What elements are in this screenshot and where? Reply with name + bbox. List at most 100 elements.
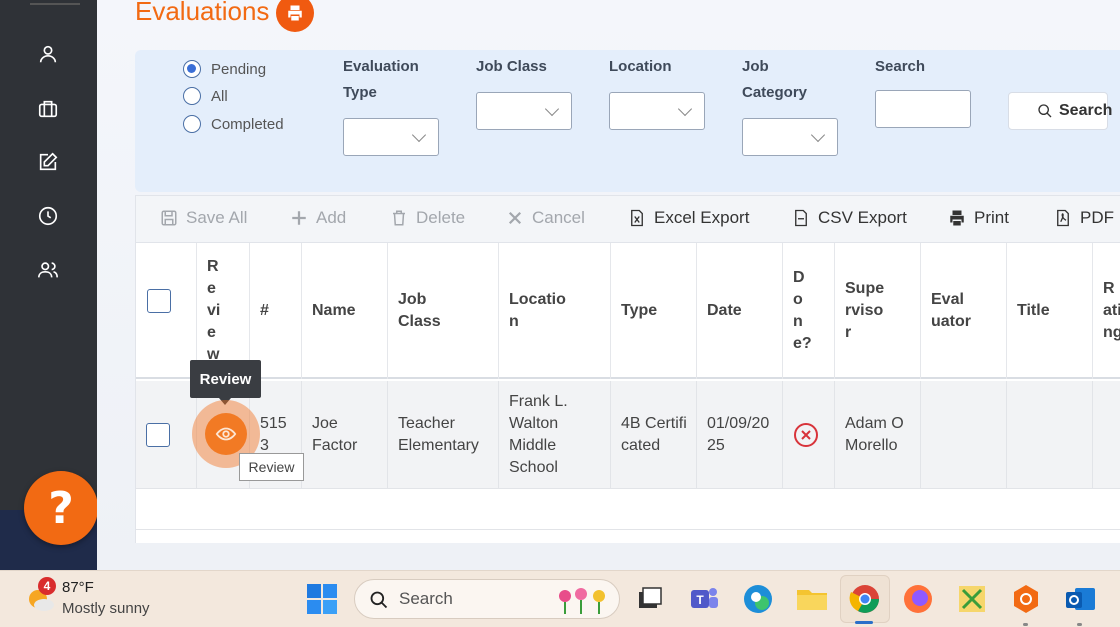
location-label: Location (609, 58, 672, 75)
weather-temp[interactable]: 87°F (62, 579, 94, 596)
radio-label: Completed (211, 115, 284, 133)
clock-icon[interactable] (36, 204, 60, 228)
search-icon (370, 591, 388, 609)
grid-header: Review # Name Job Class Location Type Da… (136, 243, 1120, 379)
edit-icon[interactable] (36, 150, 60, 174)
job-class-label: Job Class (476, 58, 547, 75)
job-class-select[interactable] (476, 92, 572, 130)
column-rating[interactable]: Rating (1093, 243, 1120, 379)
column-title[interactable]: Title (1007, 243, 1093, 379)
column-job-class[interactable]: Job Class (388, 243, 499, 379)
tools-icon[interactable] (955, 582, 989, 616)
search-input[interactable] (875, 90, 971, 128)
radio-button[interactable] (183, 60, 201, 78)
job-category-label: Job Category (742, 58, 808, 101)
save-all-button[interactable]: Save All (160, 208, 247, 228)
print-button[interactable] (276, 0, 314, 32)
cell-text: Joe Factor (312, 415, 358, 454)
empty-row (136, 490, 1120, 530)
cell-text: 01/09/2025 (707, 415, 770, 454)
search-icon (1038, 104, 1052, 118)
column-label: Type (621, 302, 658, 319)
review-button-inner (205, 413, 247, 455)
chevron-down-icon (677, 101, 693, 117)
column-name[interactable]: Name (302, 243, 388, 379)
plus-icon (292, 211, 306, 225)
cell-text: Frank L. Walton Middle School (509, 393, 568, 476)
excel-export-button[interactable]: Excel Export (628, 208, 749, 228)
radio-button[interactable] (183, 87, 201, 105)
task-view-icon[interactable] (633, 582, 667, 616)
pdf-export-button[interactable]: PDF (1054, 208, 1114, 228)
job-category-select[interactable] (742, 118, 838, 156)
column-number[interactable]: # (250, 243, 302, 379)
column-label: Evaluator (931, 291, 971, 330)
csv-icon (795, 209, 807, 227)
radio-completed[interactable]: Completed (183, 115, 284, 133)
grid-toolbar: Save All Add Delete Cancel Excel Export … (135, 195, 1120, 243)
radio-all[interactable]: All (183, 87, 228, 105)
file-explorer-icon[interactable] (795, 582, 829, 616)
search-button[interactable]: Search (1008, 92, 1112, 130)
column-date[interactable]: Date (697, 243, 783, 379)
column-label: # (260, 302, 269, 319)
add-label: Add (316, 208, 347, 227)
column-supervisor[interactable]: Supervisor (835, 243, 921, 379)
firefox-icon[interactable] (901, 582, 935, 616)
name-cell: Joe Factor (302, 381, 388, 489)
column-label: Title (1017, 302, 1050, 319)
column-review[interactable]: Review (197, 243, 250, 379)
csv-export-button[interactable]: CSV Export (792, 208, 907, 228)
users-icon[interactable] (36, 258, 60, 282)
flowers-icon (559, 588, 605, 614)
evaluations-grid: Review # Name Job Class Location Type Da… (135, 243, 1120, 543)
type-cell: 4B Certificated (611, 381, 697, 489)
add-button[interactable]: Add (290, 208, 346, 228)
column-label: Rating (1103, 280, 1120, 341)
supervisor-cell: Adam O Morello (835, 381, 921, 489)
trash-icon (393, 210, 405, 226)
briefcase-icon[interactable] (36, 97, 60, 121)
radio-button[interactable] (183, 115, 201, 133)
column-type[interactable]: Type (611, 243, 697, 379)
close-icon (508, 211, 522, 225)
chevron-down-icon (810, 127, 826, 143)
select-all-column (136, 243, 197, 379)
column-evaluator[interactable]: Evaluator (921, 243, 1007, 379)
column-label: Job Class (398, 291, 441, 330)
help-button[interactable]: ? (24, 471, 98, 545)
cancel-button[interactable]: Cancel (506, 208, 585, 228)
sidebar-divider (30, 3, 80, 5)
not-done-icon (794, 423, 818, 447)
delete-button[interactable]: Delete (390, 208, 465, 228)
column-location[interactable]: Location (499, 243, 611, 379)
printer-icon (288, 5, 302, 21)
chrome-icon[interactable] (848, 582, 882, 616)
row-select-cell (136, 381, 197, 489)
pdf-icon (1057, 209, 1069, 227)
taskbar-search[interactable]: Search (354, 579, 620, 619)
weather-description[interactable]: Mostly sunny (62, 600, 150, 617)
print-grid-button[interactable]: Print (948, 208, 1009, 228)
edge-icon[interactable] (741, 582, 775, 616)
radio-pending[interactable]: Pending (183, 60, 266, 78)
column-done[interactable]: Done? (783, 243, 835, 379)
cancel-label: Cancel (532, 208, 585, 227)
select-all-checkbox[interactable] (147, 289, 171, 313)
evaluation-type-select[interactable] (343, 118, 439, 156)
delete-label: Delete (416, 208, 466, 227)
row-checkbox[interactable] (146, 423, 170, 447)
taskbar-search-placeholder: Search (399, 589, 453, 608)
outlook-icon[interactable] (1063, 582, 1097, 616)
teams-icon[interactable]: T (687, 582, 721, 616)
active-app-indicator (855, 621, 873, 624)
security-icon[interactable] (1009, 582, 1043, 616)
review-native-tooltip: Review (239, 453, 304, 481)
location-select[interactable] (609, 92, 705, 130)
start-icon[interactable] (305, 582, 339, 616)
column-label: Done? (793, 269, 812, 352)
user-icon[interactable] (36, 42, 60, 66)
cell-text: Adam O Morello (845, 415, 904, 454)
job-class-cell: Teacher Elementary (388, 381, 499, 489)
column-label: Name (312, 302, 356, 319)
